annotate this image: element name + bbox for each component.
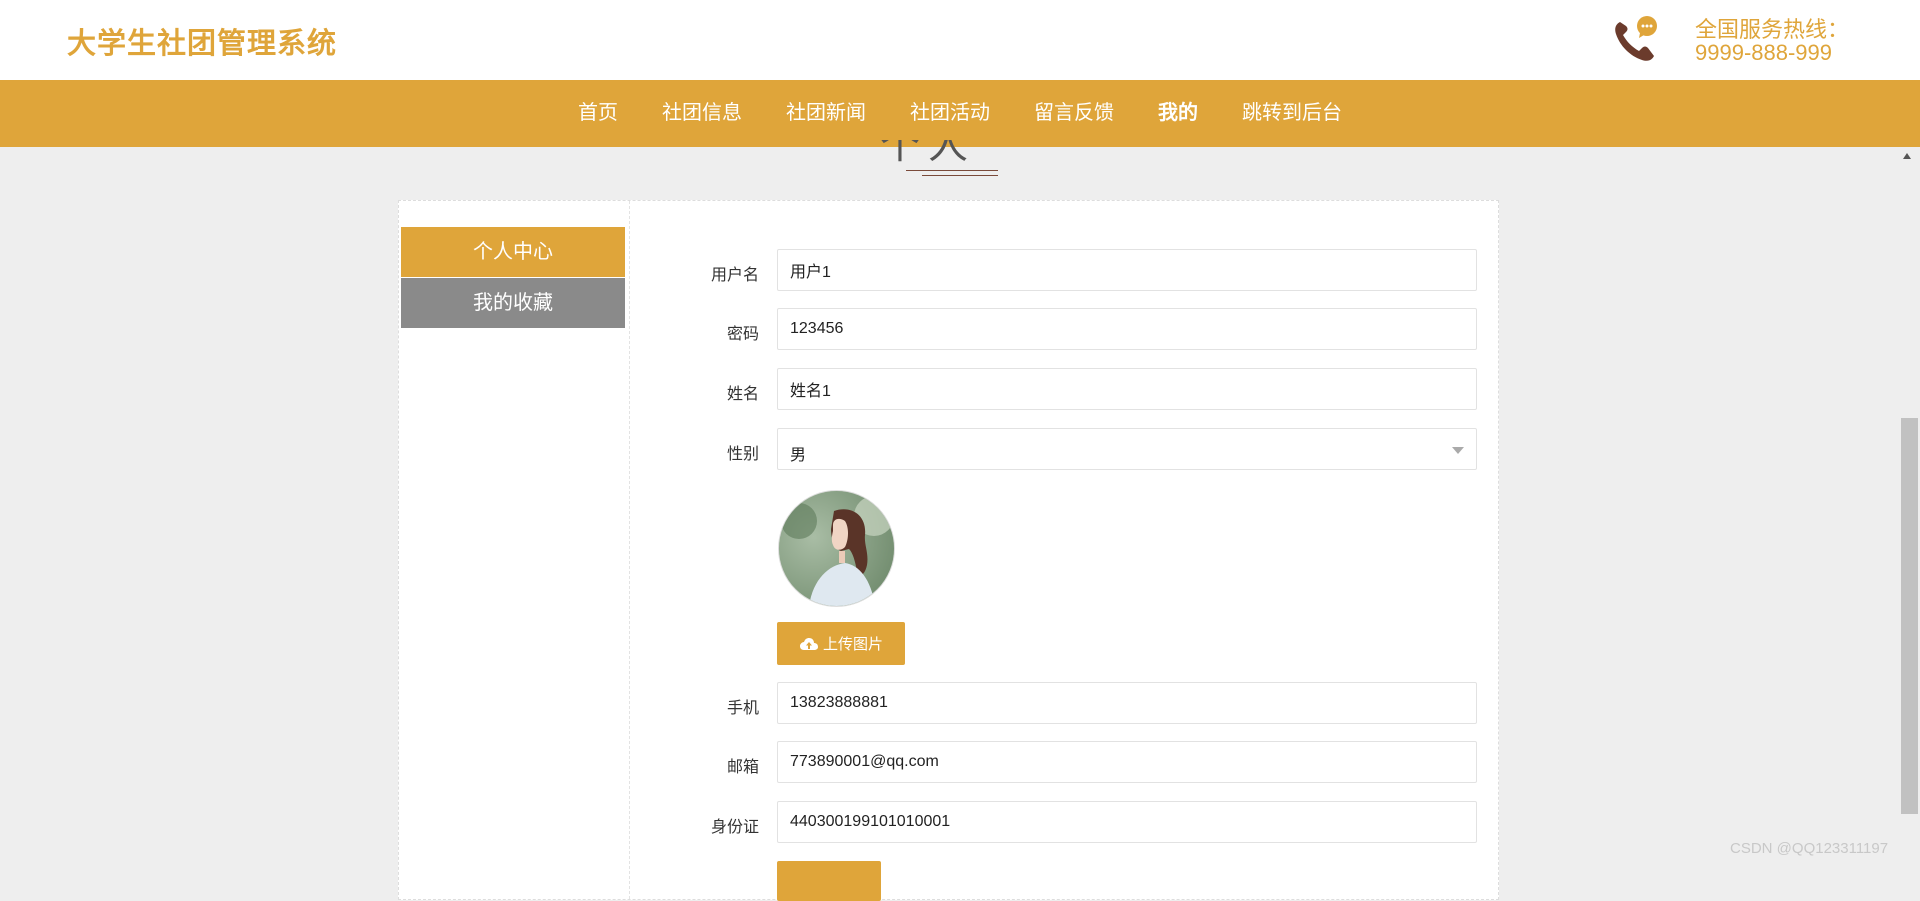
watermark: CSDN @QQ123311197 [1730, 840, 1889, 857]
nav-mine[interactable]: 我的 [1158, 80, 1198, 147]
name-label: 姓名 [726, 386, 759, 403]
title-underline [906, 170, 998, 171]
nav-club-news[interactable]: 社团新闻 [786, 80, 866, 147]
phone-input[interactable] [777, 682, 1477, 724]
avatar-image [778, 490, 895, 607]
password-row: 密码 [399, 308, 1500, 352]
chevron-down-icon [1452, 447, 1464, 454]
avatar-photo [779, 491, 894, 606]
main-nav: 首页 社团信息 社团新闻 社团活动 留言反馈 我的 跳转到后台 [0, 80, 1920, 147]
upload-image-button[interactable]: 上传图片 [777, 622, 905, 665]
gender-label: 性别 [726, 446, 759, 463]
upload-cloud-icon [799, 637, 818, 650]
email-row: 邮箱 [399, 741, 1500, 785]
site-title[interactable]: 大学生社团管理系统 [67, 20, 337, 62]
idcard-label: 身份证 [710, 819, 759, 836]
scroll-up-arrow-icon[interactable] [1903, 153, 1911, 159]
gender-row: 性别 男 [399, 428, 1500, 472]
idcard-row: 身份证 [399, 801, 1500, 845]
nav-club-activities[interactable]: 社团活动 [910, 80, 990, 147]
nav-home[interactable]: 首页 [578, 80, 618, 147]
nav-club-info[interactable]: 社团信息 [662, 80, 742, 147]
title-underline-secondary [922, 175, 998, 176]
submit-button[interactable] [777, 861, 881, 901]
top-header: 大学生社团管理系统 全国服务热线： 9999-888-999 [0, 0, 1920, 80]
idcard-input[interactable] [777, 801, 1477, 843]
nav-feedback[interactable]: 留言反馈 [1034, 80, 1114, 147]
password-label: 密码 [726, 326, 759, 343]
gender-select[interactable]: 男 [777, 428, 1477, 470]
profile-panel: 个人中心 我的收藏 用户名 密码 姓名 性别 男 [398, 200, 1500, 901]
section-title: 个人中心 [880, 140, 976, 167]
name-input[interactable] [777, 368, 1477, 410]
username-input[interactable] [777, 249, 1477, 291]
username-row: 用户名 [399, 249, 1500, 293]
name-row: 姓名 [399, 368, 1500, 412]
hotline-number: 9999-888-999 [1695, 40, 1833, 65]
phone-chat-icon [1615, 16, 1657, 61]
password-input[interactable] [777, 308, 1477, 350]
profile-sidebar: 个人中心 我的收藏 [399, 201, 630, 899]
scrollbar-thumb[interactable] [1901, 418, 1918, 814]
phone-label: 手机 [726, 700, 759, 717]
email-input[interactable] [777, 741, 1477, 783]
email-label: 邮箱 [726, 759, 759, 776]
gender-value: 男 [790, 447, 807, 464]
upload-button-label: 上传图片 [822, 636, 883, 653]
nav-admin[interactable]: 跳转到后台 [1242, 80, 1342, 147]
phone-row: 手机 [399, 682, 1500, 726]
username-label: 用户名 [710, 267, 759, 284]
